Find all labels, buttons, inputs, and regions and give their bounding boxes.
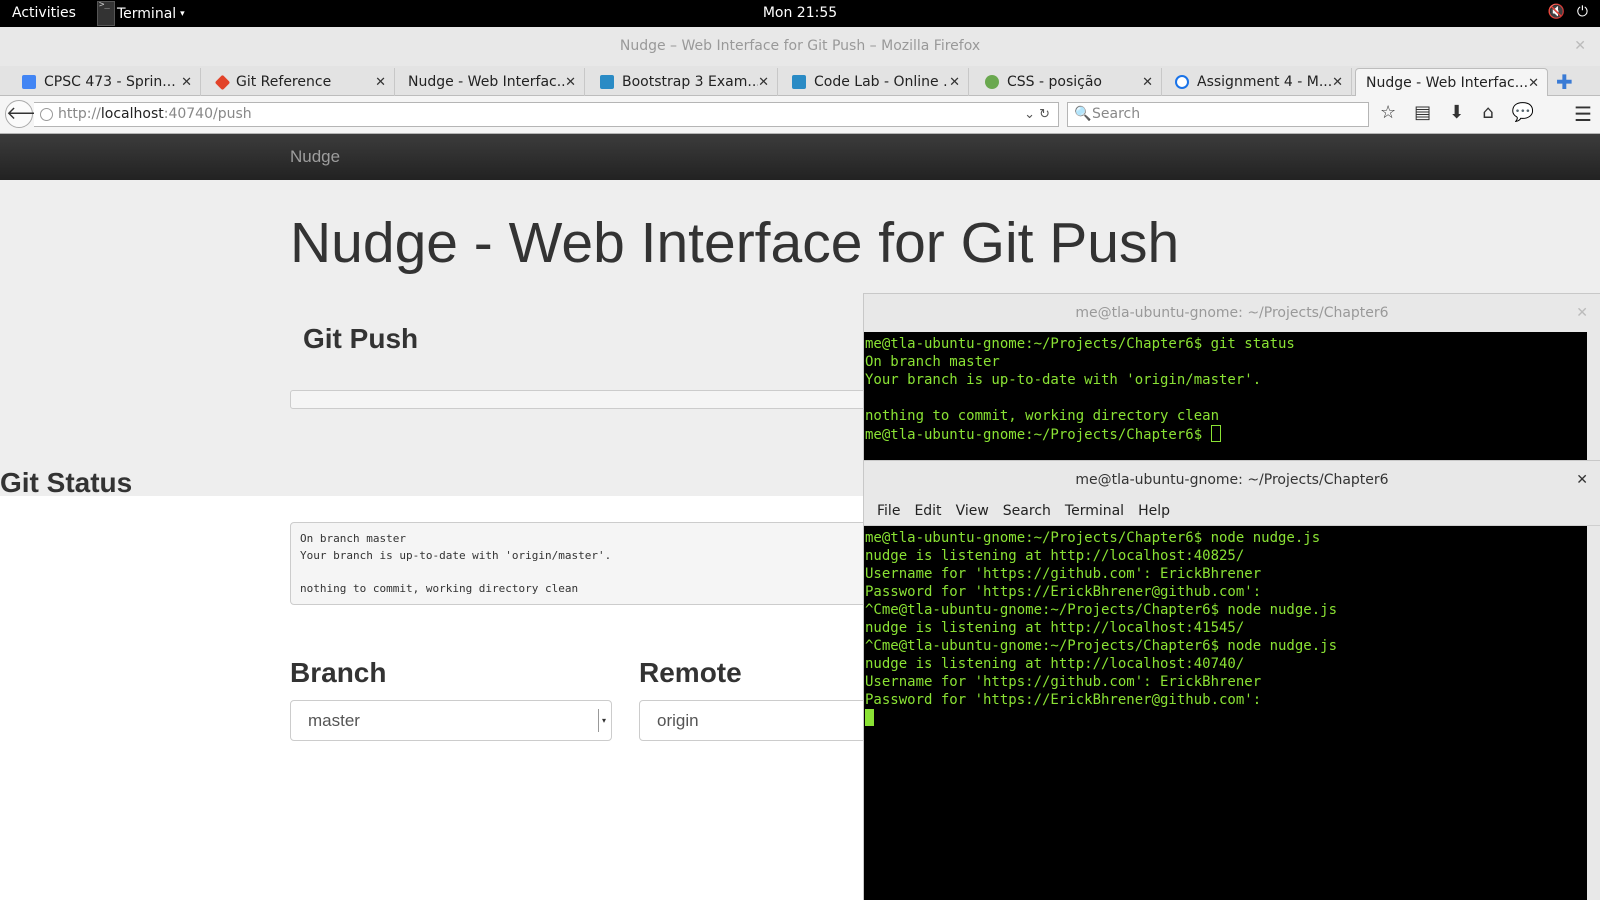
hamburger-menu-icon[interactable]: ☰	[1574, 102, 1592, 126]
tab-close-icon[interactable]: ✕	[758, 75, 769, 90]
branch-label: Branch	[290, 657, 387, 688]
terminal-cursor	[1210, 425, 1221, 442]
url-path: :40740/push	[163, 106, 252, 122]
clock[interactable]: Mon 21:55	[0, 5, 1600, 21]
tab-close-icon[interactable]: ✕	[375, 75, 386, 90]
search-icon: 🔍	[1074, 106, 1092, 122]
window-title: Nudge – Web Interface for Git Push – Moz…	[619, 38, 981, 54]
url-scheme: http://	[58, 106, 101, 122]
menu-terminal[interactable]: Terminal	[1058, 499, 1131, 525]
terminal-output[interactable]: me@tla-ubuntu-gnome:~/Projects/Chapter6$…	[864, 332, 1600, 444]
chevron-down-icon[interactable]: ▾	[598, 709, 609, 732]
url-dropdown-reload-icons[interactable]: ⌄ ↻	[1024, 103, 1050, 126]
site-navbar: Nudge	[0, 134, 1600, 180]
download-icon[interactable]: ⬇	[1449, 102, 1464, 123]
terminal-scrollbar[interactable]	[1587, 332, 1600, 463]
terminal-prompt: me@tla-ubuntu-gnome:~/Projects/Chapter6$	[865, 427, 1211, 443]
search-placeholder: Search	[1092, 106, 1141, 122]
terminal-titlebar: me@tla-ubuntu-gnome: ~/Projects/Chapter6…	[864, 461, 1600, 499]
menu-file[interactable]: File	[870, 499, 907, 525]
tab-strip: CPSC 473 - Sprin... ✕ Git Reference ✕ Nu…	[0, 66, 1600, 97]
terminal-text: me@tla-ubuntu-gnome:~/Projects/Chapter6$…	[865, 530, 1338, 708]
git-push-heading: Git Push	[303, 323, 419, 354]
globe-icon	[40, 108, 53, 121]
tab-git-reference[interactable]: Git Reference ✕	[207, 68, 395, 96]
git-logo-icon	[214, 74, 231, 90]
site-favicon-icon	[1175, 75, 1189, 89]
url-bar[interactable]: http://localhost:40740/push ⌄ ↻	[34, 102, 1059, 127]
close-icon[interactable]: ✕	[1576, 294, 1588, 332]
tab-css-posicao[interactable]: CSS - posição ✕	[975, 68, 1162, 96]
terminal-text: me@tla-ubuntu-gnome:~/Projects/Chapter6$…	[865, 336, 1295, 424]
chat-icon[interactable]: 💬	[1512, 102, 1534, 123]
site-favicon-icon	[600, 75, 614, 89]
power-icon[interactable]: ⏻	[1577, 4, 1588, 20]
menu-view[interactable]: View	[949, 499, 996, 525]
terminal-menubar: File Edit View Search Terminal Help	[864, 499, 1600, 526]
terminal-title: me@tla-ubuntu-gnome: ~/Projects/Chapter6	[1075, 305, 1389, 321]
tab-close-icon[interactable]: ✕	[181, 75, 192, 90]
terminal-titlebar: me@tla-ubuntu-gnome: ~/Projects/Chapter6…	[864, 294, 1600, 332]
tab-cpsc-473[interactable]: CPSC 473 - Sprin... ✕	[12, 68, 201, 96]
terminal-scrollbar[interactable]	[1587, 526, 1600, 900]
library-icon[interactable]: ▤	[1414, 102, 1431, 123]
terminal-window-front[interactable]: me@tla-ubuntu-gnome: ~/Projects/Chapter6…	[863, 460, 1600, 900]
tab-nudge-active[interactable]: Nudge - Web Interfac... ✕	[1355, 68, 1548, 97]
tab-assignment-4[interactable]: Assignment 4 - M... ✕	[1165, 68, 1352, 96]
tab-close-icon[interactable]: ✕	[1332, 75, 1343, 90]
tab-code-lab[interactable]: Code Lab - Online ... ✕	[782, 68, 969, 96]
terminal-title: me@tla-ubuntu-gnome: ~/Projects/Chapter6	[1075, 472, 1389, 488]
menu-edit[interactable]: Edit	[907, 499, 948, 525]
search-input[interactable]: 🔍 Search	[1067, 102, 1369, 127]
close-icon[interactable]: ✕	[1576, 461, 1588, 499]
page-title: Nudge - Web Interface for Git Push	[290, 211, 1180, 275]
system-tray[interactable]: 🔇 ⏻	[1547, 4, 1588, 20]
terminal-output[interactable]: me@tla-ubuntu-gnome:~/Projects/Chapter6$…	[864, 526, 1600, 728]
branch-select-value: master	[308, 711, 360, 730]
stackoverflow-pt-icon	[985, 75, 999, 89]
navigation-toolbar: 🡐 http://localhost:40740/push ⌄ ↻ 🔍 Sear…	[0, 96, 1600, 134]
window-titlebar: Nudge – Web Interface for Git Push – Moz…	[0, 27, 1600, 66]
remote-label: Remote	[639, 657, 742, 688]
google-docs-icon	[22, 75, 36, 89]
home-icon[interactable]: ⌂	[1482, 102, 1493, 123]
bookmark-star-icon[interactable]: ☆	[1380, 102, 1396, 123]
site-favicon-icon	[792, 75, 806, 89]
toolbar-icons: ☆ ▤ ⬇ ⌂ 💬	[1380, 102, 1534, 123]
tab-close-icon[interactable]: ✕	[1528, 76, 1539, 91]
window-close-icon[interactable]: ✕	[1574, 27, 1586, 66]
volume-muted-icon[interactable]: 🔇	[1547, 4, 1564, 20]
terminal-window-back[interactable]: me@tla-ubuntu-gnome: ~/Projects/Chapter6…	[863, 293, 1600, 463]
tab-close-icon[interactable]: ✕	[1142, 75, 1153, 90]
tab-nudge-1[interactable]: Nudge - Web Interfac... ✕	[398, 68, 585, 96]
branch-select[interactable]: master ▾	[290, 700, 612, 741]
remote-input-value: origin	[657, 711, 699, 730]
new-tab-button[interactable]: ✚	[1556, 70, 1573, 94]
tab-close-icon[interactable]: ✕	[949, 75, 960, 90]
tab-bootstrap-3-examples[interactable]: Bootstrap 3 Exam... ✕	[590, 68, 778, 96]
navbar-brand[interactable]: Nudge	[290, 147, 340, 167]
menu-help[interactable]: Help	[1131, 499, 1177, 525]
back-button[interactable]: 🡐	[5, 100, 54, 128]
url-host: localhost	[100, 106, 164, 122]
git-status-heading: Git Status	[0, 467, 133, 498]
tab-close-icon[interactable]: ✕	[565, 75, 576, 90]
terminal-cursor	[865, 709, 874, 726]
gnome-top-bar: Activities Terminal ▾ Mon 21:55 🔇 ⏻	[0, 0, 1600, 27]
menu-search[interactable]: Search	[996, 499, 1058, 525]
